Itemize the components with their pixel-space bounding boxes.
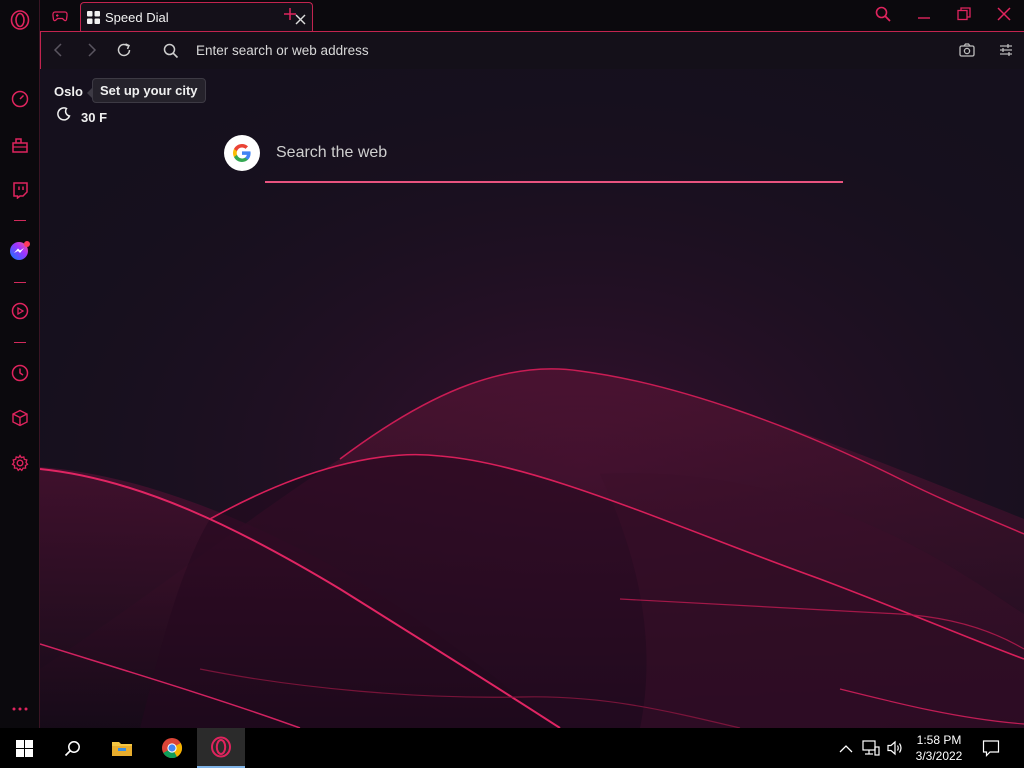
opera-gx-taskbar-icon[interactable] [197,728,245,768]
speed-dial-page: Oslo Set up your city 30 F Search the we… [40,69,1024,728]
clock-date[interactable]: 3/3/2022 [909,749,969,763]
easy-setup-icon[interactable] [999,43,1013,62]
taskbar-search-icon[interactable] [48,728,96,768]
gamepad-icon[interactable] [50,6,70,26]
weather-temperature: 30 F [81,110,108,125]
sidebar [0,0,40,728]
notification-center-icon[interactable] [982,739,1000,762]
address-bar: Enter search or web address [40,31,1024,69]
reload-icon[interactable] [116,42,132,63]
opera-menu-icon[interactable] [9,9,31,31]
new-tab-icon[interactable] [283,7,297,26]
speedometer-icon[interactable] [9,88,31,110]
web-search-input[interactable]: Search the web [276,144,387,162]
settings-gear-icon[interactable] [9,452,31,474]
minimize-icon[interactable] [917,7,931,26]
restore-icon[interactable] [957,7,971,26]
messenger-icon[interactable] [9,240,31,262]
wallpaper-waves [40,69,1024,728]
windows-start-icon[interactable] [0,728,48,768]
tab-strip: Speed Dial [40,0,1024,32]
browser-window: Speed Dial Enter search or web address O… [0,0,1024,768]
city-tooltip-text: Set up your city [100,83,198,98]
tab-speed-dial[interactable]: Speed Dial [80,2,313,32]
address-input[interactable]: Enter search or web address [196,43,369,58]
chrome-icon[interactable] [148,728,196,768]
extensions-cube-icon[interactable] [9,407,31,429]
sidebar-divider [14,342,26,343]
sidebar-divider [14,220,26,221]
address-search-icon [163,43,179,64]
network-icon[interactable] [862,739,880,762]
file-explorer-icon[interactable] [98,728,146,768]
volume-icon[interactable] [886,739,904,762]
tray-chevron-up-icon[interactable] [839,741,853,759]
forward-icon[interactable] [85,43,97,62]
search-tabs-icon[interactable] [875,6,891,27]
snapshot-camera-icon[interactable] [959,42,975,63]
google-logo-icon [224,135,260,171]
taskbar: 1:58 PM 3/3/2022 [0,728,1024,768]
sidebar-divider [14,282,26,283]
city-tooltip: Set up your city [87,78,206,103]
player-icon[interactable] [9,300,31,322]
moon-icon [57,107,71,126]
workspace-bag-icon[interactable] [9,134,31,156]
more-icon[interactable] [9,698,31,720]
search-underline [265,181,843,183]
history-icon[interactable] [9,362,31,384]
clock-time[interactable]: 1:58 PM [909,733,969,747]
back-icon[interactable] [53,43,65,62]
close-window-icon[interactable] [997,7,1011,26]
speed-dial-grid-icon [87,11,100,29]
weather-city[interactable]: Oslo [54,84,83,99]
twitch-icon[interactable] [9,179,31,201]
tab-title: Speed Dial [105,10,169,25]
